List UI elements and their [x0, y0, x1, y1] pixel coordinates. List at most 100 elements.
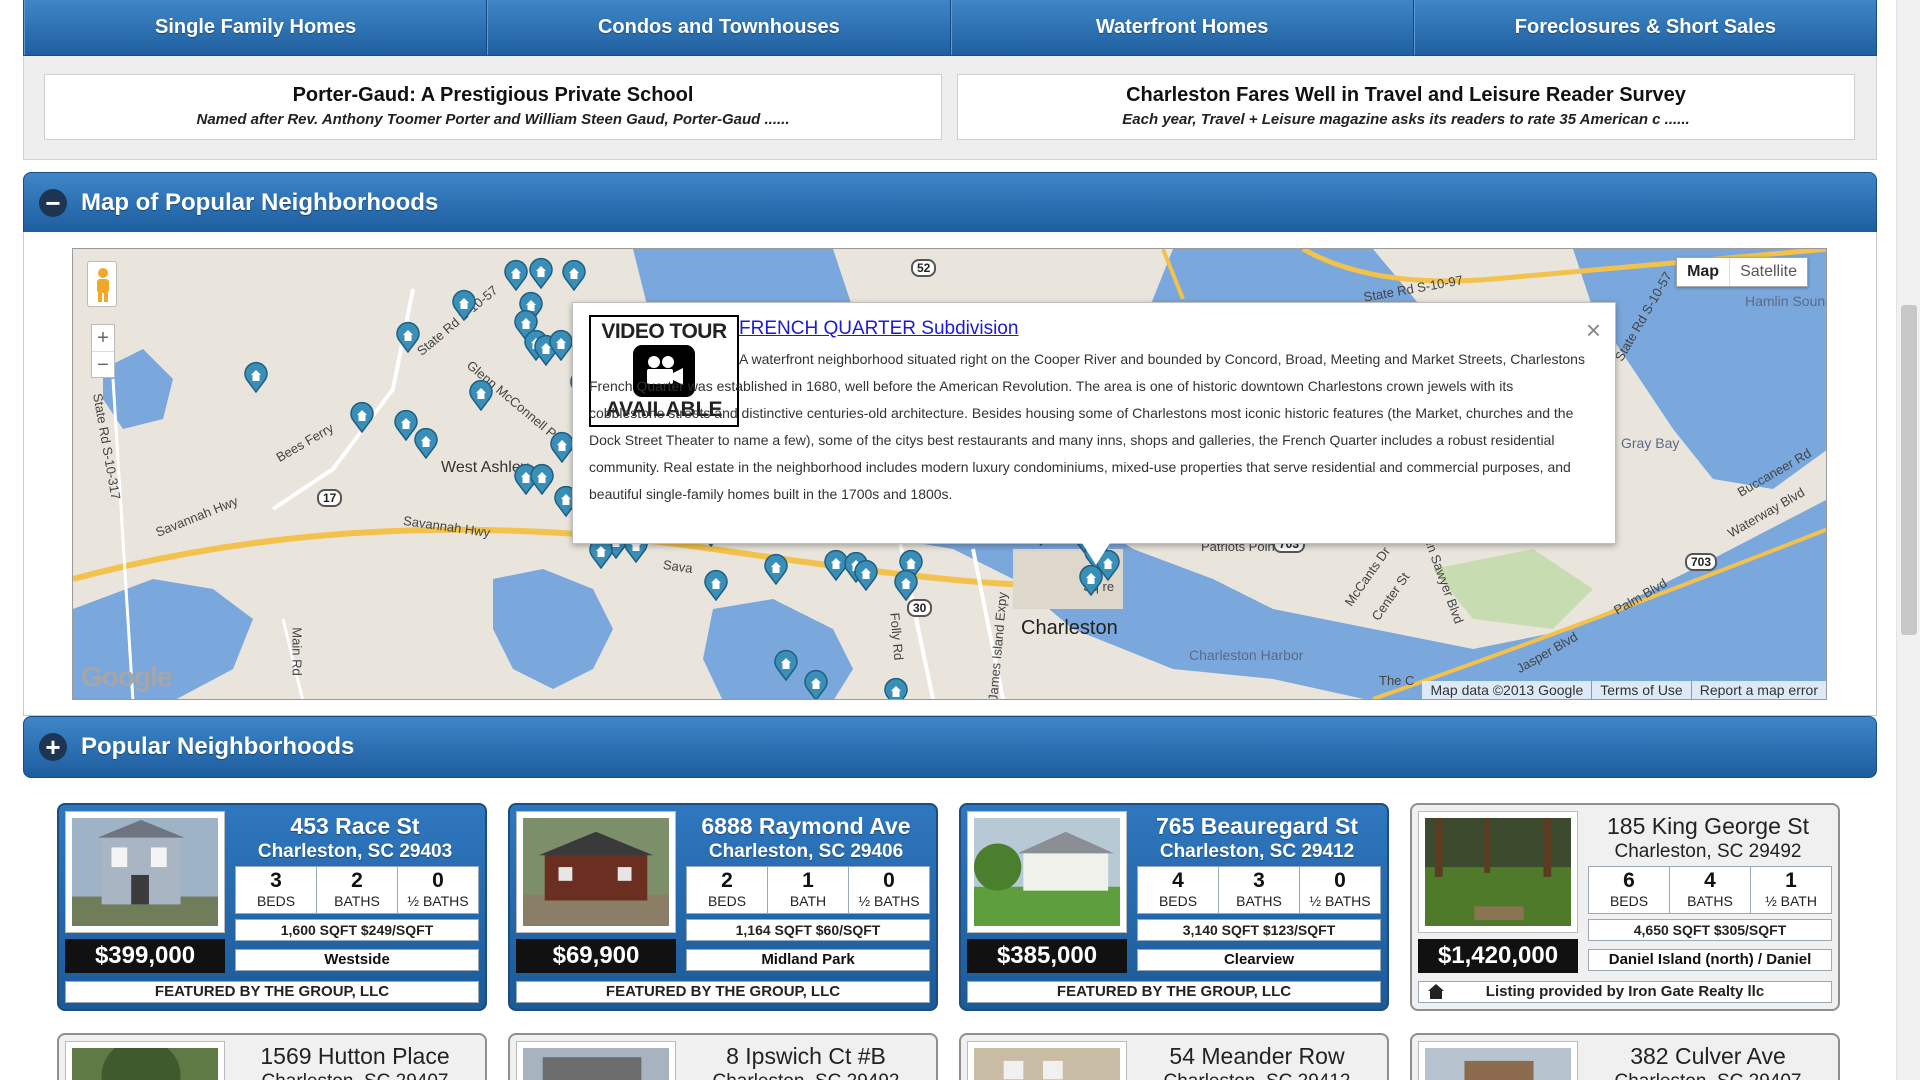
neighborhood-marker-icon[interactable] — [773, 649, 799, 681]
neighborhood-marker-icon[interactable] — [529, 463, 555, 495]
listing-address[interactable]: 185 King George St — [1588, 813, 1828, 840]
stat-half-baths: 0½ BATHS — [848, 867, 929, 913]
listing-city: Charleston, SC 29407 — [235, 1071, 475, 1080]
beds-value: 2 — [721, 869, 733, 892]
listing-city: Charleston, SC 29407 — [1588, 1071, 1828, 1080]
stat-beds: 6 BEDS — [1589, 867, 1669, 913]
article-subtitle: Named after Rev. Anthony Toomer Porter a… — [196, 111, 790, 128]
listing-photo[interactable] — [967, 1041, 1127, 1080]
article-title[interactable]: Charleston Fares Well in Travel and Leis… — [958, 84, 1854, 107]
map-type-satellite-button[interactable]: Satellite — [1729, 258, 1807, 286]
listing-card[interactable]: $69,900 6888 Raymond Ave Charleston, SC … — [508, 803, 938, 1011]
listing-address[interactable]: 54 Meander Row — [1137, 1043, 1377, 1070]
listing-photo[interactable] — [516, 811, 676, 933]
neighborhood-marker-icon[interactable] — [561, 259, 587, 291]
neighborhood-marker-icon[interactable] — [853, 559, 879, 591]
collapse-icon[interactable]: − — [39, 189, 67, 217]
neighborhood-marker-icon[interactable] — [703, 569, 729, 601]
neighborhood-marker-icon[interactable] — [468, 379, 494, 411]
half-baths-label: ½ BATHS — [1309, 893, 1371, 909]
scrollbar-thumb[interactable] — [1901, 305, 1917, 635]
listing-city: Charleston, SC 29412 — [1159, 841, 1355, 862]
expand-icon[interactable]: + — [39, 733, 67, 761]
listing-address[interactable]: 765 Beauregard St — [1137, 813, 1377, 840]
map-info-window: VIDEO TOUR AVAILABLE FRENCH QUARTER Subd… — [572, 302, 1616, 544]
neighborhood-marker-icon[interactable] — [883, 677, 909, 700]
map-type-map-button[interactable]: Map — [1677, 258, 1729, 286]
neighborhood-marker-icon[interactable] — [451, 289, 477, 321]
map-label-main-rd: Main Rd — [289, 627, 305, 676]
listing-card[interactable]: $1,420,000 185 King George St Charleston… — [1410, 803, 1840, 1011]
page: Single Family Homes Condos and Townhouse… — [0, 0, 1920, 1080]
listing-featured-by: FEATURED BY THE GROUP, LLC — [65, 981, 479, 1003]
report-map-error-link[interactable]: Report a map error — [1690, 681, 1826, 699]
map-footer: Map data ©2013 Google Terms of Use Repor… — [1422, 681, 1826, 699]
listing-card[interactable]: 382 Culver Ave Charleston, SC 29407 — [1410, 1033, 1840, 1080]
listing-price: $399,000 — [65, 939, 225, 973]
listing-address[interactable]: 6888 Raymond Ave — [686, 813, 926, 840]
listing-photo[interactable] — [1418, 1041, 1578, 1080]
subdivision-link[interactable]: FRENCH QUARTER Subdivision — [739, 318, 1018, 340]
listing-card[interactable]: 1569 Hutton Place Charleston, SC 29407 — [57, 1033, 487, 1080]
neighborhood-marker-icon[interactable] — [349, 401, 375, 433]
close-icon[interactable]: × — [1586, 317, 1601, 343]
neighborhood-marker-icon[interactable] — [893, 569, 919, 601]
stat-beds: 4 BEDS — [1138, 867, 1218, 913]
stat-baths: 3 BATHS — [1218, 867, 1299, 913]
listing-photo[interactable] — [65, 811, 225, 933]
nav-foreclosures-short-sales[interactable]: Foreclosures & Short Sales — [1413, 0, 1876, 55]
listing-price: $1,420,000 — [1418, 939, 1578, 973]
stat-half-baths: 0½ BATHS — [1299, 867, 1380, 913]
listing-card[interactable]: $385,000 765 Beauregard St Charleston, S… — [959, 803, 1389, 1011]
neighborhood-marker-icon[interactable] — [803, 669, 829, 700]
nav-waterfront-homes[interactable]: Waterfront Homes — [950, 0, 1414, 55]
article-title[interactable]: Porter-Gaud: A Prestigious Private Schoo… — [45, 84, 941, 107]
neighborhood-marker-icon[interactable] — [413, 427, 439, 459]
neighborhood-marker-icon[interactable] — [763, 553, 789, 585]
listing-sqft: 1,600 SQFT $249/SQFT — [235, 919, 479, 941]
half-baths-label: ½ BATHS — [858, 893, 920, 909]
pegman-icon[interactable] — [87, 261, 117, 307]
listing-address[interactable]: 1569 Hutton Place — [235, 1043, 475, 1070]
terms-of-use-link[interactable]: Terms of Use — [1591, 681, 1690, 699]
listing-neighborhood: Midland Park — [686, 949, 930, 971]
listing-photo[interactable] — [1418, 811, 1578, 933]
neighborhood-marker-icon[interactable] — [503, 259, 529, 291]
beds-value: 4 — [1172, 869, 1184, 892]
article-teaser[interactable]: Porter-Gaud: A Prestigious Private Schoo… — [44, 74, 942, 140]
page-scrollbar[interactable] — [1896, 0, 1920, 1080]
map-section-header[interactable]: − Map of Popular Neighborhoods — [23, 172, 1877, 234]
neighborhood-marker-icon[interactable] — [548, 329, 574, 361]
listing-card[interactable]: $399,000 453 Race St Charleston, SC 2940… — [57, 803, 487, 1011]
nav-condos-townhouses[interactable]: Condos and Townhouses — [487, 0, 951, 55]
listing-card[interactable]: 8 Ipswich Ct #B Charleston, SC 29492 — [508, 1033, 938, 1080]
popular-neighborhoods-header[interactable]: + Popular Neighborhoods — [23, 716, 1877, 778]
zoom-in-button[interactable]: + — [92, 325, 114, 351]
listing-photo[interactable] — [967, 811, 1127, 933]
neighborhood-marker-icon[interactable] — [243, 361, 269, 393]
half-baths-value: 0 — [883, 869, 895, 892]
baths-label: BATHS — [1236, 893, 1282, 909]
neighborhood-marker-icon[interactable] — [1078, 564, 1104, 596]
zoom-control: + − — [91, 324, 115, 378]
listing-sqft: 1,164 SQFT $60/SQFT — [686, 919, 930, 941]
listing-price: $385,000 — [967, 939, 1127, 973]
nav-single-family-homes[interactable]: Single Family Homes — [24, 0, 488, 55]
neighborhood-marker-icon[interactable] — [395, 321, 421, 353]
listing-address[interactable]: 8 Ipswich Ct #B — [686, 1043, 926, 1070]
listing-address[interactable]: 453 Race St — [235, 813, 475, 840]
baths-value: 2 — [351, 869, 363, 892]
category-nav: Single Family Homes Condos and Townhouse… — [23, 0, 1877, 56]
baths-value: 1 — [802, 869, 814, 892]
zoom-out-button[interactable]: − — [92, 351, 114, 377]
listing-photo[interactable] — [516, 1041, 676, 1080]
neighborhood-marker-icon[interactable] — [528, 257, 554, 289]
baths-label: BATHS — [334, 893, 380, 909]
baths-label: BATH — [789, 893, 827, 909]
article-teaser[interactable]: Charleston Fares Well in Travel and Leis… — [957, 74, 1855, 140]
beds-label: BEDS — [256, 893, 296, 909]
listing-address[interactable]: 382 Culver Ave — [1588, 1043, 1828, 1070]
listing-card[interactable]: 54 Meander Row Charleston, SC 29412 — [959, 1033, 1389, 1080]
listing-photo[interactable] — [65, 1041, 225, 1080]
half-baths-value: 1 — [1785, 869, 1797, 892]
